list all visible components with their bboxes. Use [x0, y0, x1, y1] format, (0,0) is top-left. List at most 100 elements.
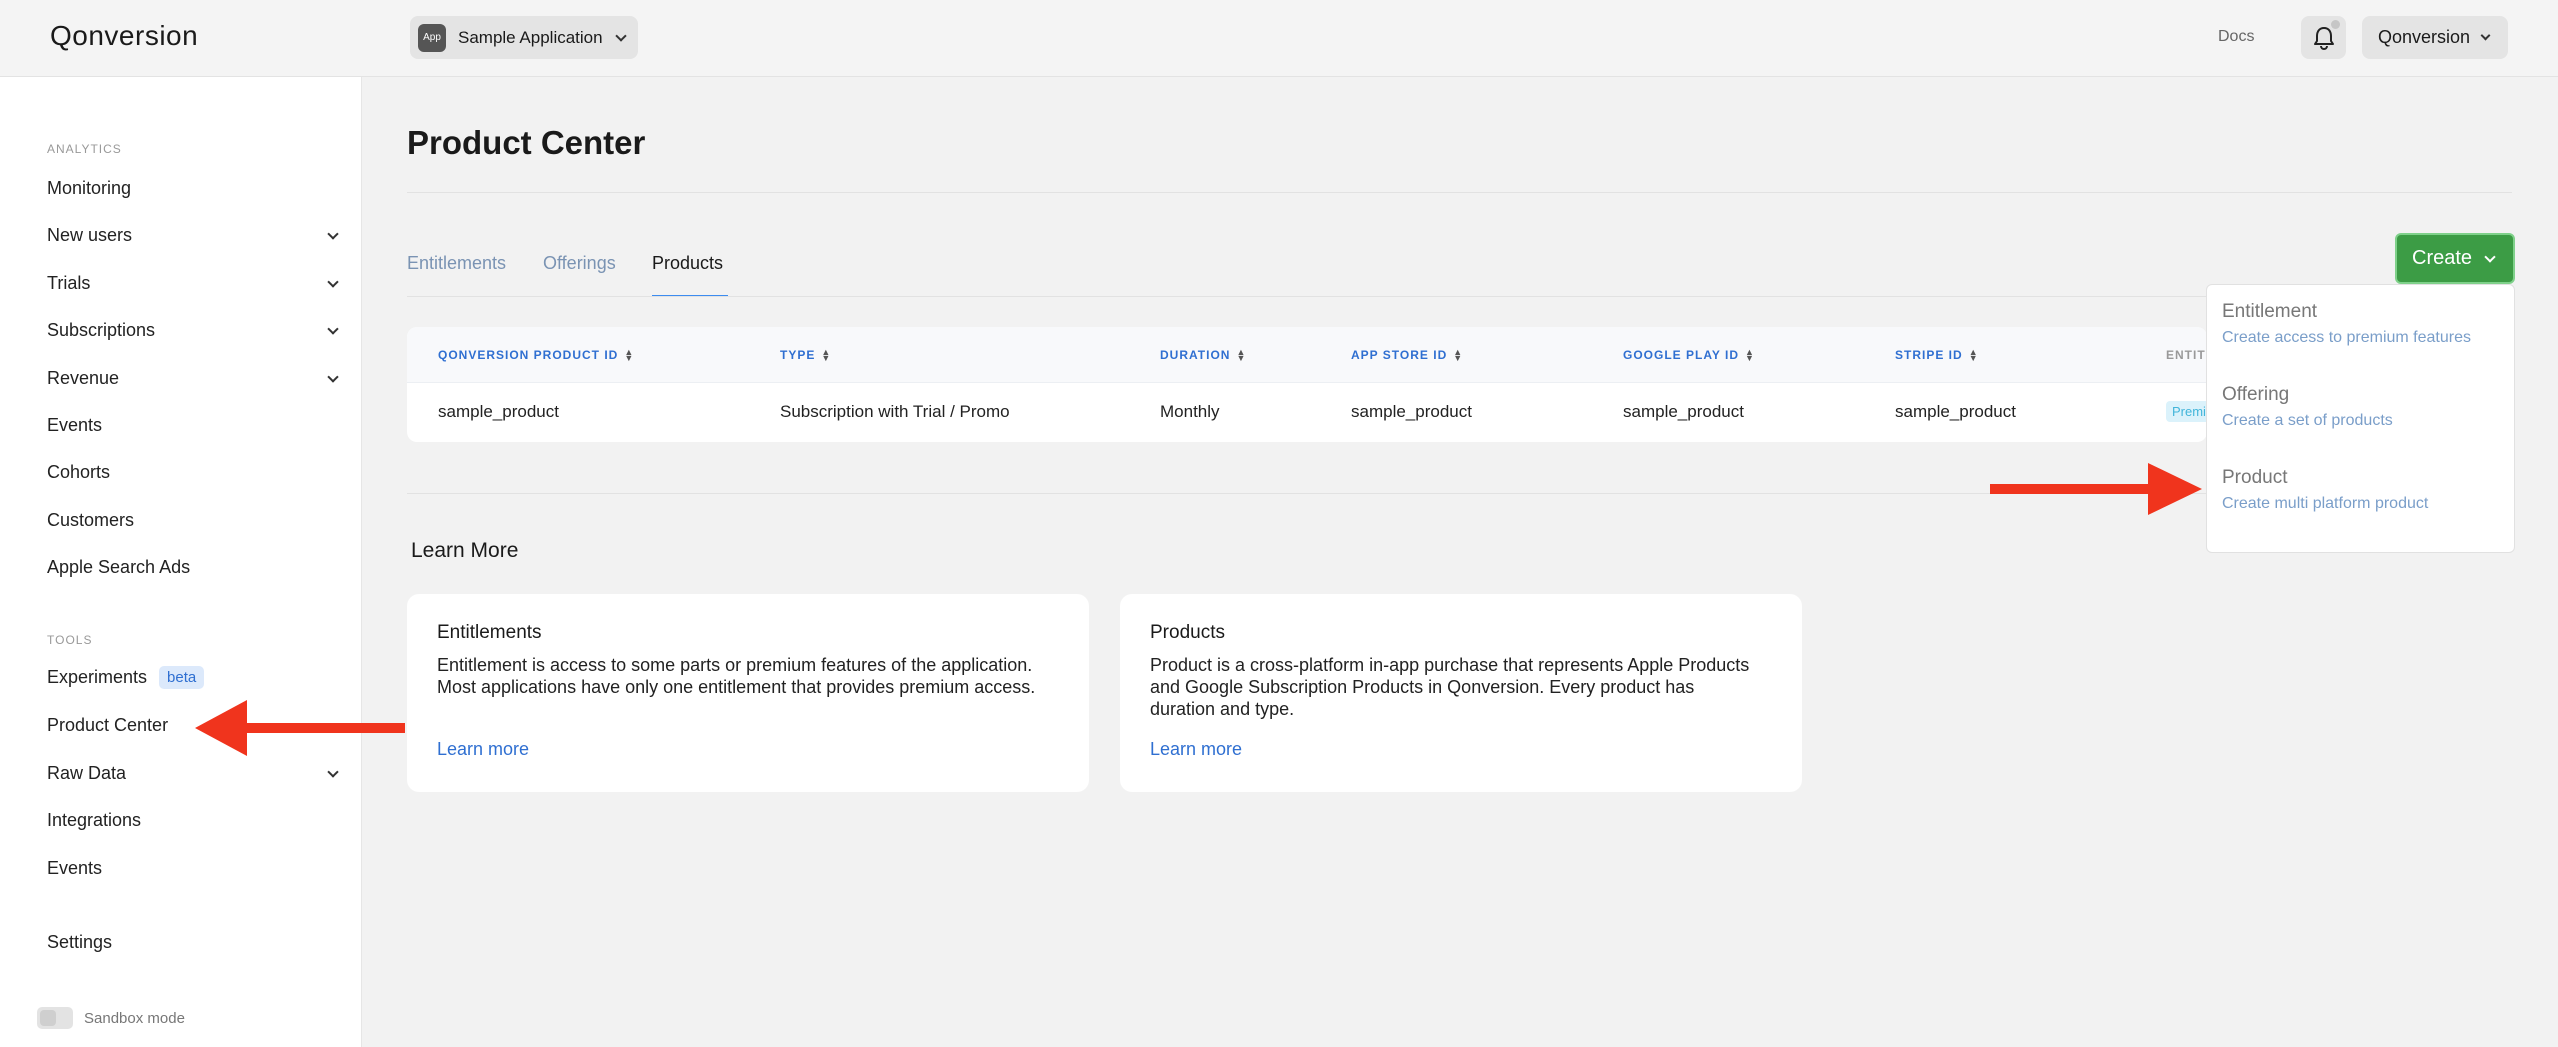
sidebar-item-apple-search-ads[interactable]: Apple Search Ads: [47, 557, 337, 578]
chevron-down-icon: [327, 322, 339, 335]
top-bar: Qonversion App Sample Application Docs Q…: [0, 0, 2558, 77]
column-header-label: QONVERSION PRODUCT ID: [438, 348, 619, 362]
sandbox-mode-label: Sandbox mode: [84, 1009, 185, 1027]
sort-icon: ▲ ▼: [1453, 347, 1464, 363]
sidebar-item-customers[interactable]: Customers: [47, 510, 337, 531]
notification-dot: [2331, 20, 2340, 29]
sidebar-item-label: Revenue: [47, 368, 120, 388]
menu-item-offering[interactable]: Offering Create a set of products: [2222, 384, 2393, 430]
cell-type: Subscription with Trial / Promo: [780, 402, 1010, 421]
sort-icon: ▲ ▼: [1745, 347, 1755, 363]
app-name: Sample Application: [458, 27, 603, 47]
cell-app-store-id: sample_product: [1351, 402, 1472, 421]
column-header-stripe-id[interactable]: STRIPE ID ▲ ▼: [1895, 348, 1979, 363]
column-header-label: ENTIT: [2166, 348, 2206, 362]
learn-more-heading: Learn More: [411, 539, 519, 562]
sidebar-item-cohorts[interactable]: Cohorts: [47, 462, 337, 483]
docs-link[interactable]: Docs: [2218, 28, 2254, 46]
card-description: Entitlement is access to some parts or p…: [437, 655, 1036, 697]
sort-icon: ▲ ▼: [624, 347, 635, 363]
tab-entitlements[interactable]: Entitlements: [407, 253, 506, 274]
chevron-down-icon: [327, 370, 339, 383]
cell-google-play-id: sample_product: [1623, 402, 1744, 421]
cell-duration: Monthly: [1160, 402, 1220, 421]
chevron-down-icon: [2480, 30, 2491, 41]
menu-item-description: Create access to premium features: [2222, 329, 2471, 346]
chevron-down-icon: [327, 227, 339, 240]
create-button-label: Create: [2412, 247, 2473, 269]
menu-item-description: Create a set of products: [2222, 412, 2393, 429]
menu-item-product[interactable]: Product Create multi platform product: [2222, 467, 2428, 513]
products-info-card: Products Product is a cross-platform in-…: [1120, 594, 1802, 792]
column-header-entitlements[interactable]: ENTIT: [2166, 348, 2206, 362]
sidebar-item-subscriptions[interactable]: Subscriptions: [47, 320, 339, 341]
chevron-down-icon: [327, 275, 339, 288]
sidebar-item-label: Settings: [47, 932, 113, 952]
divider: [407, 192, 2512, 193]
sidebar-item-tools-events[interactable]: Events: [47, 858, 337, 879]
account-name: Qonversion: [2378, 27, 2471, 47]
sidebar-item-events[interactable]: Events: [47, 415, 337, 436]
sidebar-item-label: Customers: [47, 510, 135, 530]
logo[interactable]: Qonversion: [50, 20, 198, 52]
column-header-label: TYPE: [780, 348, 816, 362]
sidebar-item-label: Events: [47, 415, 103, 435]
toggle-switch[interactable]: [37, 1007, 73, 1029]
chevron-down-icon: [327, 765, 339, 778]
chevron-down-icon: [2484, 250, 2496, 263]
tab-products[interactable]: Products: [652, 253, 723, 274]
notifications-button[interactable]: [2301, 16, 2346, 59]
column-header-label: STRIPE ID: [1895, 348, 1963, 362]
cell-product-id: sample_product: [438, 402, 559, 421]
annotation-arrow-left-icon: [195, 700, 405, 756]
entitlement-badge: Premi: [2166, 401, 2207, 422]
menu-item-title: Entitlement: [2222, 301, 2318, 322]
sidebar-item-experiments[interactable]: Experiments beta: [47, 666, 337, 689]
sidebar-item-settings[interactable]: Settings: [47, 932, 337, 953]
learn-more-link[interactable]: Learn more: [1150, 739, 1242, 760]
learn-more-link[interactable]: Learn more: [437, 739, 529, 760]
sidebar-item-label: Monitoring: [47, 178, 132, 198]
sidebar-item-label: Subscriptions: [47, 320, 156, 340]
column-header-product-id[interactable]: QONVERSION PRODUCT ID ▲ ▼: [438, 347, 635, 363]
sidebar-item-label: Events: [47, 858, 103, 878]
sidebar-item-label: Product Center: [47, 715, 169, 735]
create-dropdown-menu: Entitlement Create access to premium fea…: [2206, 284, 2515, 553]
sidebar-item-trials[interactable]: Trials: [47, 273, 339, 294]
sidebar-item-label: Experiments: [47, 667, 148, 687]
column-header-type[interactable]: TYPE ▲ ▼: [780, 347, 832, 363]
sort-icon: ▲ ▼: [821, 347, 832, 363]
menu-item-entitlement[interactable]: Entitlement Create access to premium fea…: [2222, 301, 2471, 347]
chevron-down-icon: [614, 29, 627, 42]
tabs-divider: [407, 296, 2512, 297]
card-description: Product is a cross-platform in-app purch…: [1150, 655, 1750, 719]
sidebar-item-integrations[interactable]: Integrations: [47, 810, 337, 831]
products-table: QONVERSION PRODUCT ID ▲ ▼ TYPE ▲ ▼ DURATION ▲…: [407, 327, 2207, 442]
sort-icon: ▲ ▼: [1236, 347, 1247, 363]
section-label-tools: TOOLS: [47, 633, 93, 647]
create-button[interactable]: Create: [2395, 233, 2515, 284]
sidebar-item-label: Raw Data: [47, 763, 127, 783]
sidebar-item-label: Trials: [47, 273, 91, 293]
column-header-app-store-id[interactable]: APP STORE ID ▲ ▼: [1351, 347, 1464, 363]
sidebar-item-monitoring[interactable]: Monitoring: [47, 178, 337, 199]
entitlements-info-card: Entitlements Entitlement is access to so…: [407, 594, 1089, 792]
app-selector[interactable]: App Sample Application: [410, 16, 638, 59]
sidebar-item-new-users[interactable]: New users: [47, 225, 339, 246]
cell-stripe-id: sample_product: [1895, 402, 2016, 421]
bell-icon: [2313, 26, 2334, 50]
sidebar-item-revenue[interactable]: Revenue: [47, 368, 339, 389]
column-header-google-play-id[interactable]: GOOGLE PLAY ID ▲ ▼: [1623, 347, 1755, 363]
column-header-label: DURATION: [1160, 348, 1231, 362]
app-icon: App: [418, 23, 446, 52]
menu-item-title: Product: [2222, 467, 2288, 488]
table-header: QONVERSION PRODUCT ID ▲ ▼ TYPE ▲ ▼ DURATION ▲…: [407, 327, 2207, 383]
sidebar-item-label: Apple Search Ads: [47, 557, 191, 577]
sidebar-item-label: Cohorts: [47, 462, 111, 482]
account-menu-button[interactable]: Qonversion: [2362, 16, 2508, 59]
sidebar-item-raw-data[interactable]: Raw Data: [47, 763, 339, 784]
sandbox-mode-toggle[interactable]: Sandbox mode: [37, 1007, 185, 1029]
column-header-duration[interactable]: DURATION ▲ ▼: [1160, 347, 1247, 363]
tab-offerings[interactable]: Offerings: [543, 253, 616, 274]
annotation-arrow-right-icon: [1990, 463, 2202, 515]
